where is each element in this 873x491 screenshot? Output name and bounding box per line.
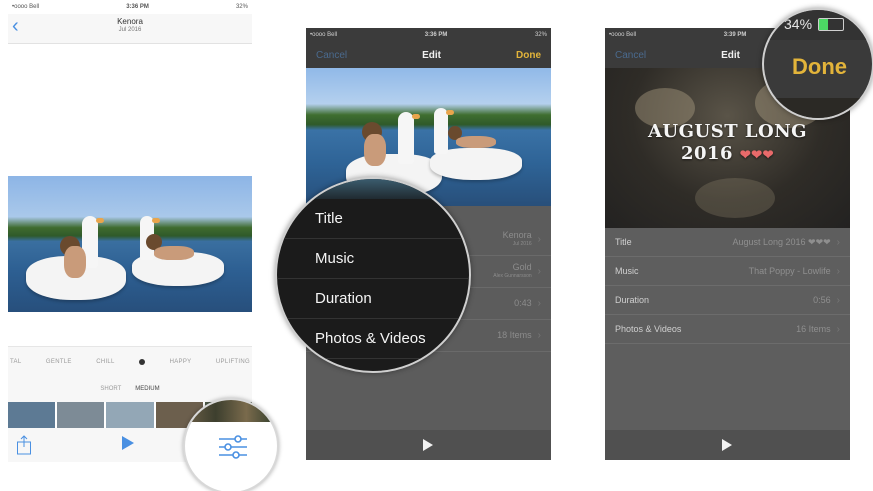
music-value: That Poppy - Lowlife (748, 266, 831, 276)
chevron-right-icon: › (836, 323, 840, 335)
row-photos-videos[interactable]: Photos & Videos 16 Items › (605, 315, 850, 344)
play-icon[interactable] (423, 439, 433, 451)
mood-option[interactable]: UPLIFTING (216, 359, 250, 365)
chevron-right-icon: › (836, 265, 840, 277)
nav-bar: ‹ Kenora Jul 2016 (8, 14, 252, 44)
done-button-zoomed[interactable]: Done (792, 54, 847, 80)
option-duration[interactable]: Duration (277, 279, 469, 319)
mood-option[interactable]: CHILL (96, 359, 115, 365)
memory-title: Kenora (117, 17, 143, 26)
hearts-emoji: ❤❤❤ (739, 148, 775, 163)
nav-title: Edit (721, 49, 741, 61)
battery-percent-zoomed: 34% (784, 16, 813, 32)
mood-option[interactable]: HAPPY (170, 359, 192, 365)
mood-option[interactable]: TAL (10, 359, 21, 365)
option-music[interactable]: Music (277, 239, 469, 279)
music-subvalue: Alex Gunnarsson (493, 272, 532, 279)
length-selector: SHORT MEDIUM (8, 376, 252, 402)
photos-videos-value: 16 Items (796, 324, 831, 334)
memory-photo[interactable] (8, 176, 252, 312)
row-duration[interactable]: Duration 0:56 › (605, 286, 850, 315)
photos-videos-value: 18 Items (497, 330, 532, 340)
chevron-right-icon: › (836, 294, 840, 306)
clock: 3:36 PM (126, 4, 149, 10)
memory-date: Jul 2016 (118, 27, 142, 33)
option-title[interactable]: Title (277, 199, 469, 239)
carrier: •oooo Bell (12, 4, 40, 10)
share-icon[interactable] (16, 435, 32, 455)
cancel-button[interactable]: Cancel (615, 50, 646, 61)
battery-percent: 32% (534, 32, 547, 38)
title-subvalue: Jul 2016 (512, 240, 532, 247)
duration-value: 0:43 (514, 298, 532, 308)
status-bar: •oooo Bell 3:36 PM 32% (306, 28, 551, 42)
clock: 3:39 PM (723, 32, 747, 38)
mood-selected-dot-icon[interactable] (139, 358, 146, 365)
duration-value: 0:56 (813, 295, 831, 305)
edit-sliders-icon[interactable] (217, 434, 249, 460)
row-label: Photos & Videos (615, 324, 682, 334)
zoom-callout-edit-button (183, 398, 279, 491)
music-value: Gold (512, 261, 532, 272)
length-short[interactable]: SHORT (100, 386, 121, 392)
nav-bar: Cancel Edit Done (306, 42, 551, 68)
movie-title-overlay: AUGUST LONG 2016 ❤❤❤ (605, 121, 850, 167)
carrier: •oooo Bell (310, 32, 338, 38)
chevron-right-icon: › (537, 266, 541, 277)
clock: 3:36 PM (424, 32, 448, 38)
row-label: Title (615, 237, 632, 247)
chevron-right-icon: › (537, 298, 541, 309)
status-bar: •oooo Bell 3:36 PM 32% (8, 0, 252, 14)
title-value: August Long 2016 ❤❤❤ (732, 236, 831, 247)
row-label: Music (615, 266, 639, 276)
play-icon[interactable] (122, 436, 134, 450)
mood-option[interactable]: GENTLE (46, 359, 72, 365)
option-photos-videos[interactable]: Photos & Videos (277, 319, 469, 359)
zoom-callout-done-button: 34% Done (762, 8, 873, 120)
battery-percent: 32% (235, 4, 248, 10)
row-label: Duration (615, 295, 650, 305)
chevron-right-icon: › (537, 234, 541, 245)
movie-title-line1: AUGUST LONG (647, 121, 808, 142)
edit-options-list: Title August Long 2016 ❤❤❤ › Music That … (605, 228, 850, 344)
chevron-right-icon: › (836, 236, 840, 248)
length-medium[interactable]: MEDIUM (135, 386, 159, 392)
battery-icon (818, 18, 844, 31)
carrier: •oooo Bell (609, 32, 637, 38)
title-value: Kenora (502, 229, 532, 240)
chevron-right-icon: › (537, 330, 541, 341)
zoom-callout-edit-options: Title Music Duration Photos & Videos (275, 177, 471, 373)
play-icon[interactable] (722, 439, 732, 451)
nav-title: Edit (422, 49, 442, 61)
cancel-button[interactable]: Cancel (316, 50, 347, 61)
row-title[interactable]: Title August Long 2016 ❤❤❤ › (605, 228, 850, 257)
row-music[interactable]: Music That Poppy - Lowlife › (605, 257, 850, 286)
bottom-toolbar (306, 430, 551, 460)
movie-title-line2: 2016 (680, 143, 734, 164)
done-button[interactable]: Done (516, 50, 541, 61)
mood-selector: TAL GENTLE CHILL HAPPY UPLIFTING (8, 346, 252, 376)
bottom-toolbar (605, 430, 850, 460)
